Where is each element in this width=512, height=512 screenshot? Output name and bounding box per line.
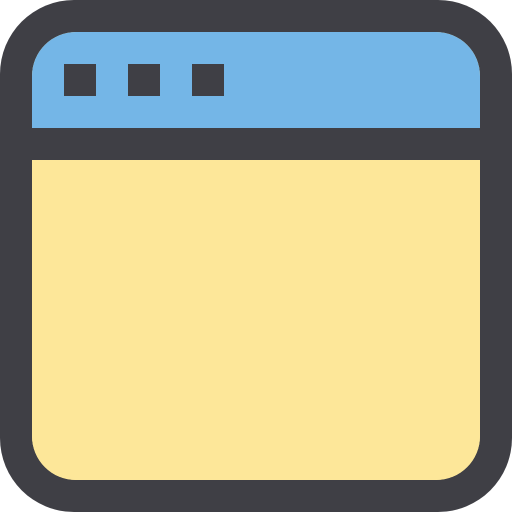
window-content-area xyxy=(32,160,480,480)
icon-canvas xyxy=(0,0,512,512)
window-inner xyxy=(32,32,480,480)
window-title-bar xyxy=(32,32,480,128)
window-control-dot xyxy=(128,64,160,96)
window-control-dot xyxy=(64,64,96,96)
browser-window-icon xyxy=(0,0,512,512)
title-bar-divider xyxy=(32,128,480,160)
window-control-dot xyxy=(192,64,224,96)
